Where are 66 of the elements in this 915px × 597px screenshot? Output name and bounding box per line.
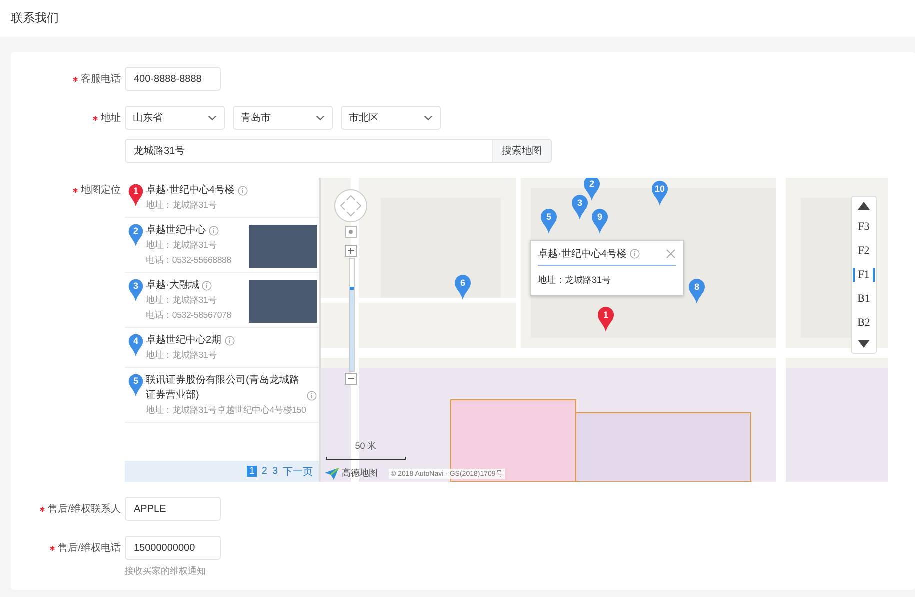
page-title: 联系我们 <box>11 10 59 27</box>
select-field[interactable]: 山东省 <box>125 106 225 130</box>
search-map-button[interactable]: 搜索地图 <box>493 139 552 163</box>
chevron-down-icon <box>316 115 325 121</box>
result-marker: 3 <box>128 278 144 302</box>
result-item[interactable]: 2 卓越世纪中心 地址：龙城路31号 电话：0532-55668888 <box>125 218 319 273</box>
locate-button[interactable] <box>345 226 357 238</box>
place-phone: 电话：0532-55668888 <box>146 254 232 267</box>
field-label: 地址 <box>101 112 121 125</box>
arrow-down-icon[interactable] <box>858 340 870 348</box>
paper-plane-icon <box>325 468 339 480</box>
zoom-slider[interactable] <box>349 258 355 372</box>
field-label: 地图定位 <box>81 184 121 197</box>
result-marker: 4 <box>128 333 144 357</box>
zoom-out-icon[interactable] <box>345 373 357 385</box>
place-phone: 电话：0532-58567078 <box>146 309 232 322</box>
place-name: 卓越世纪中心2期 <box>146 334 222 348</box>
next-page-link[interactable]: 下一页 <box>283 464 313 478</box>
floor-button[interactable]: B1 <box>854 292 874 306</box>
info-icon <box>238 186 248 196</box>
input-field[interactable]: APPLE <box>125 497 221 521</box>
result-marker: 5 <box>128 373 144 397</box>
field-label: 售后/维权联系人 <box>48 502 121 516</box>
popup-address: 地址：龙城路31号 <box>538 274 612 287</box>
place-name: 卓越·世纪中心4号楼 <box>146 184 235 198</box>
input-field[interactable]: 400-8888-8888 <box>125 67 221 91</box>
select-field[interactable]: 市北区 <box>341 106 441 130</box>
place-address: 地址：龙城路31号 <box>146 239 218 252</box>
field-hint: 接收买家的维权通知 <box>125 565 207 578</box>
info-icon <box>307 391 317 401</box>
arrow-up-icon[interactable] <box>858 202 870 210</box>
floor-button[interactable]: F3 <box>855 220 873 234</box>
place-address: 地址：龙城路31号 <box>146 199 218 212</box>
select-field[interactable]: 青岛市 <box>233 106 333 130</box>
page-link[interactable]: 2 <box>262 466 268 477</box>
page-link[interactable]: 3 <box>272 466 278 477</box>
input-field[interactable]: 15000000000 <box>125 536 221 560</box>
chevron-down-icon <box>424 115 433 121</box>
floor-button[interactable]: F2 <box>855 244 873 258</box>
popup-title: 卓越·世纪中心4号楼 <box>538 248 627 261</box>
info-icon <box>630 249 640 259</box>
scale-label: 50 米 <box>355 440 377 453</box>
chevron-down-icon <box>208 115 217 121</box>
place-address: 地址：龙城路31号卓越世纪中心4号楼150 <box>146 404 308 417</box>
floor-button[interactable]: B2 <box>854 316 874 330</box>
place-name: 卓越·大融城 <box>146 278 200 293</box>
zoom-in-icon[interactable] <box>345 245 357 257</box>
result-item[interactable]: 5 联讯证券股份有限公司(青岛龙城路证券营业部) 地址：龙城路31号卓越世纪中心4号楼150 <box>125 368 319 423</box>
place-address: 地址：龙城路31号 <box>146 294 218 307</box>
result-item[interactable]: 3 卓越·大融城 地址：龙城路31号 电话：0532-58567078 <box>125 273 319 328</box>
result-marker: 2 <box>128 223 144 247</box>
place-name: 联讯证券股份有限公司(青岛龙城路证券营业部) <box>146 374 300 403</box>
result-item[interactable]: 4 卓越世纪中心2期 地址：龙城路31号 <box>125 328 319 368</box>
result-marker: 1 <box>128 183 144 207</box>
result-item[interactable]: 1 卓越·世纪中心4号楼 地址：龙城路31号 <box>125 178 319 218</box>
info-icon <box>202 281 212 291</box>
place-address: 地址：龙城路31号 <box>146 349 218 362</box>
place-name: 卓越世纪中心 <box>146 224 206 238</box>
input-field[interactable]: 龙城路31号 <box>125 139 493 163</box>
info-icon <box>224 336 235 346</box>
info-icon <box>209 226 219 236</box>
floor-button[interactable]: F1 <box>853 268 875 282</box>
field-label: 客服电话 <box>81 72 121 86</box>
map-marker[interactable]: 1 <box>597 306 615 332</box>
map-logo: 高德地图 <box>342 467 378 480</box>
field-label: 售后/维权电话 <box>58 542 121 555</box>
